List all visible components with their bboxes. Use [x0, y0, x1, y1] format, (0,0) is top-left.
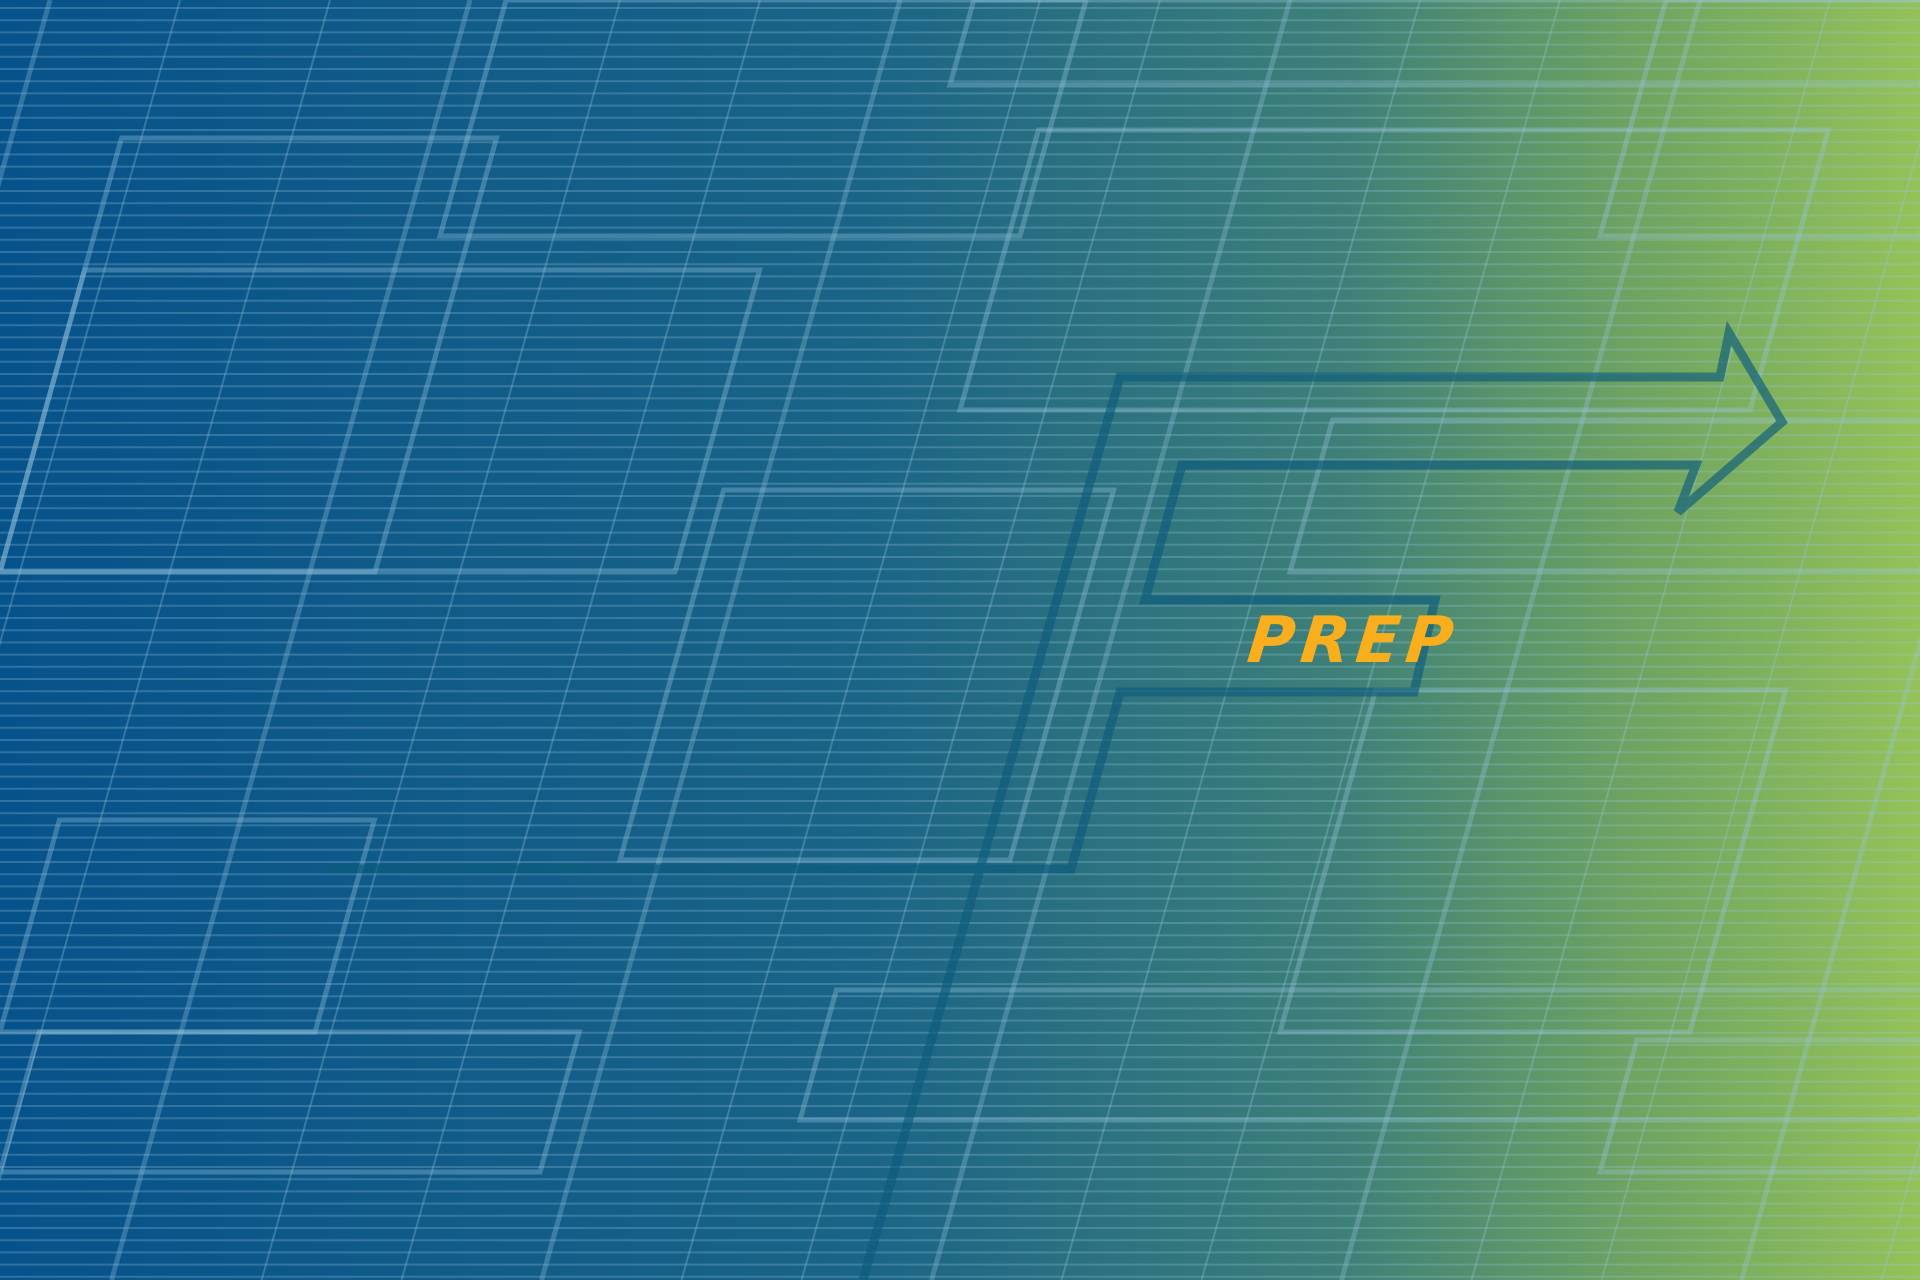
prep-label: PREP: [1244, 604, 1463, 678]
background-graphic: [0, 0, 1920, 1280]
